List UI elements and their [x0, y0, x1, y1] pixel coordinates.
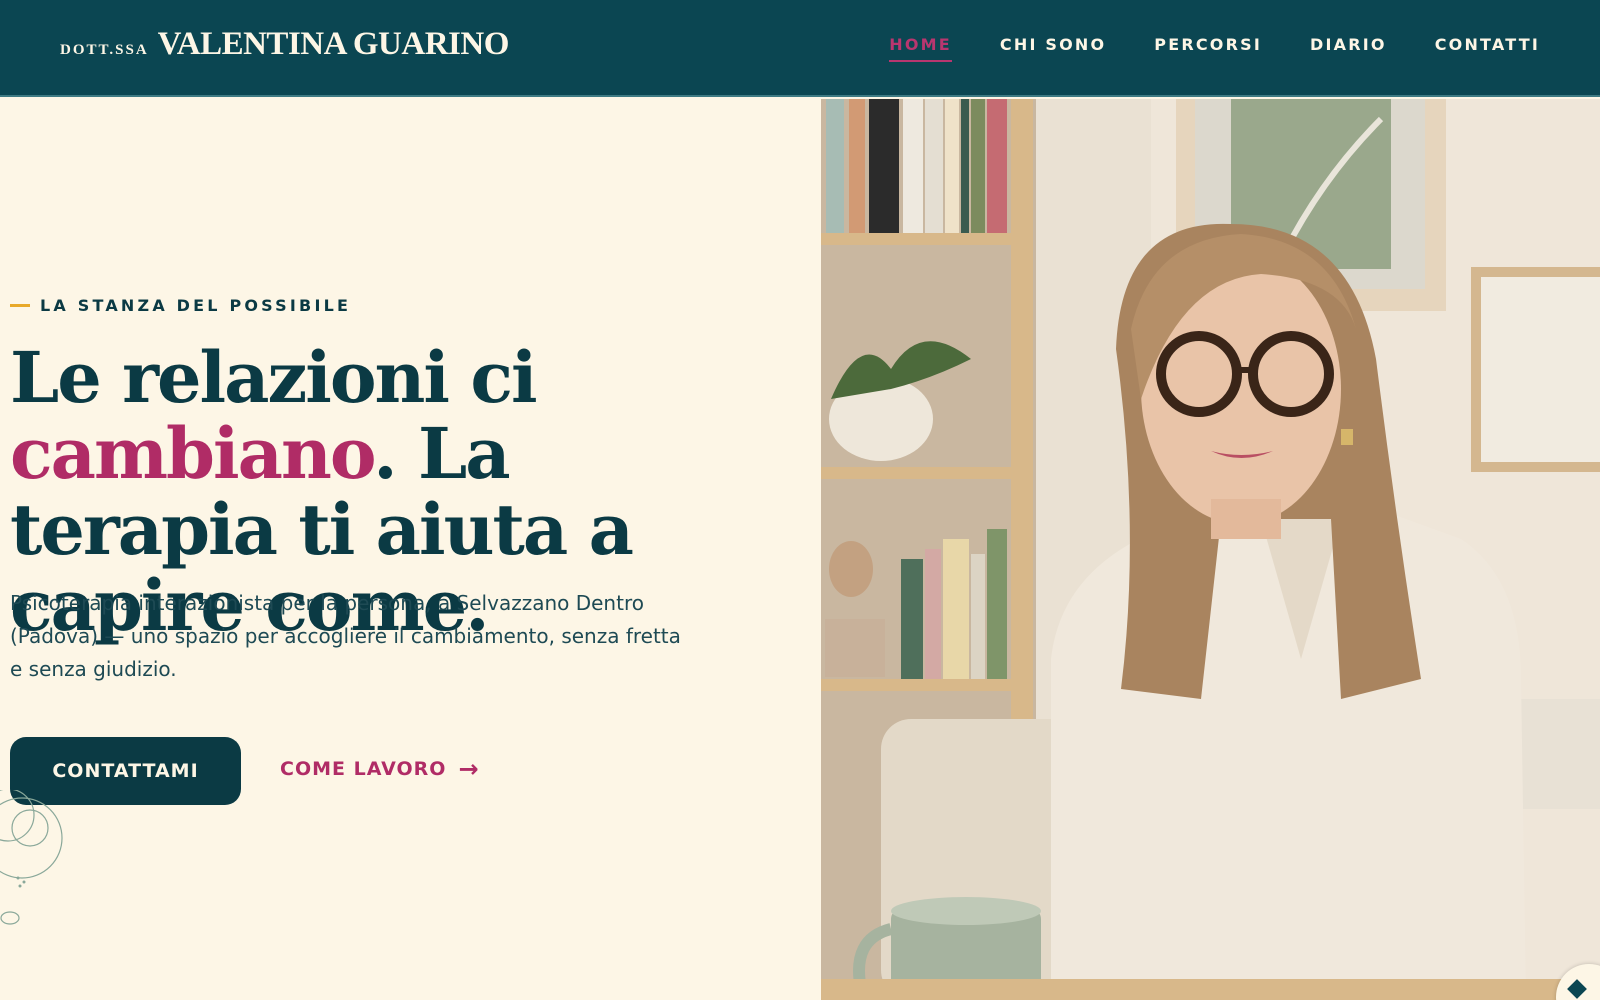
floral-decoration-icon — [0, 790, 63, 925]
eyebrow-dash — [10, 304, 30, 307]
logo-prefix: DOTT.SSA — [60, 42, 149, 58]
site-logo[interactable]: DOTT.SSA VALENTINA GUARINO — [60, 26, 509, 63]
nav-item-home[interactable]: HOME — [889, 35, 952, 62]
hero-subtitle: Psicoterapia interazionista per la perso… — [10, 591, 681, 681]
arrow-right-icon: → — [458, 755, 480, 783]
nav-item-diario[interactable]: DIARIO — [1310, 35, 1387, 62]
site-header: DOTT.SSA VALENTINA GUARINO HOME CHI SONO… — [0, 0, 1600, 97]
come-lavoro-label: COME LAVORO — [280, 758, 447, 780]
headline-part-1: Le relazioni ci — [10, 336, 538, 419]
nav-item-percorsi[interactable]: PERCORSI — [1154, 35, 1262, 62]
eyebrow-text: LA STANZA DEL POSSIBILE — [40, 296, 352, 315]
therapist-portrait — [821, 99, 1600, 1000]
nav-item-chi-sono[interactable]: CHI SONO — [1000, 35, 1106, 62]
nav-item-contatti[interactable]: CONTATTI — [1435, 35, 1540, 62]
main-nav: HOME CHI SONO PERCORSI DIARIO CONTATTI — [889, 35, 1540, 62]
hero-eyebrow: LA STANZA DEL POSSIBILE — [10, 296, 351, 315]
come-lavoro-link[interactable]: COME LAVORO → — [280, 757, 480, 781]
logo-name: VALENTINA GUARINO — [157, 26, 510, 62]
headline-accent: cambiano — [10, 412, 375, 495]
